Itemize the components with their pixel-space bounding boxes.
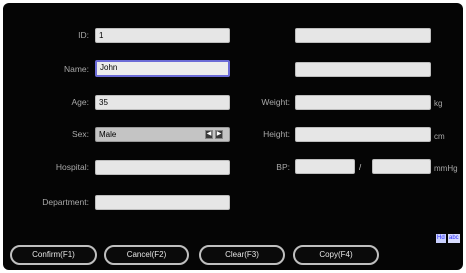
name-field[interactable]: John — [95, 60, 230, 77]
height-unit: cm — [434, 132, 445, 141]
copy-button[interactable]: Copy(F4) — [293, 245, 379, 265]
cancel-button[interactable]: Cancel(F2) — [104, 245, 189, 265]
bp-separator: / — [359, 163, 362, 172]
next-arrow-icon[interactable]: ▶ — [215, 130, 223, 139]
sex-select[interactable]: Male ◀ ▶ — [95, 127, 230, 142]
clear-button[interactable]: Clear(F3) — [199, 245, 285, 265]
bp-label: BP: — [276, 162, 290, 172]
height-label: Height: — [263, 129, 290, 139]
input-mode-indicator: Hd — [436, 234, 446, 243]
name-label: Name: — [63, 64, 89, 74]
weight-label: Weight: — [261, 97, 290, 107]
department-field[interactable] — [95, 195, 230, 210]
extra-field-2[interactable] — [295, 62, 431, 77]
bp-unit: mmHg — [434, 164, 458, 173]
weight-unit: kg — [434, 99, 443, 108]
previous-arrow-icon[interactable]: ◀ — [205, 130, 213, 139]
weight-field[interactable] — [295, 95, 431, 110]
extra-field-1[interactable] — [295, 28, 431, 43]
age-label: Age: — [71, 97, 90, 107]
age-field[interactable]: 35 — [95, 95, 230, 110]
hospital-field[interactable] — [95, 160, 230, 175]
height-field[interactable] — [295, 127, 431, 142]
hospital-label: Hospital: — [55, 162, 89, 172]
id-field[interactable]: 1 — [95, 28, 230, 43]
patient-info-panel: ID: 1 Name: John Age: 35 Sex: Male ◀ ▶ H… — [3, 3, 463, 270]
department-label: Department: — [42, 197, 89, 207]
id-label: ID: — [78, 30, 89, 40]
confirm-button[interactable]: Confirm(F1) — [10, 245, 97, 265]
input-case-indicator: abc — [448, 234, 460, 243]
bp-diastolic-field[interactable] — [372, 159, 431, 174]
bp-systolic-field[interactable] — [295, 159, 355, 174]
sex-value: Male — [99, 130, 117, 139]
sex-label: Sex: — [71, 129, 89, 139]
